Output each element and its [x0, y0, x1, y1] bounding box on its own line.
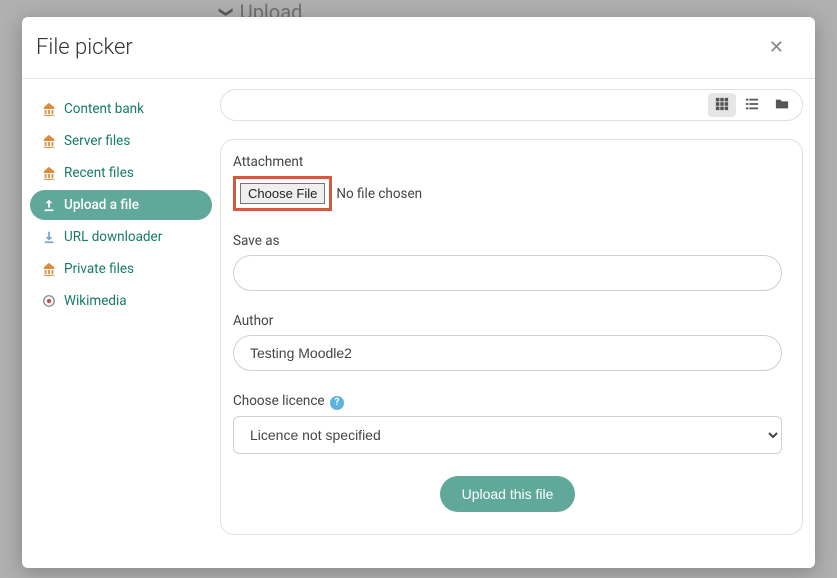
- view-list-button[interactable]: [738, 93, 766, 117]
- view-tree-button[interactable]: [768, 93, 796, 117]
- view-icons-button[interactable]: [708, 93, 736, 117]
- help-icon[interactable]: ?: [330, 396, 344, 410]
- sidebar-item-wikimedia[interactable]: Wikimedia: [30, 286, 212, 316]
- author-label: Author: [233, 313, 782, 329]
- private-icon: [42, 262, 56, 276]
- view-toolbar: [220, 89, 803, 121]
- recent-icon: [42, 166, 56, 180]
- licence-select[interactable]: Licence not specified: [233, 416, 782, 454]
- wikimedia-icon: [42, 294, 56, 308]
- upload-this-file-button[interactable]: Upload this file: [440, 476, 576, 512]
- sidebar-item-label: URL downloader: [64, 229, 162, 245]
- sidebar-item-label: Content bank: [64, 101, 144, 117]
- file-picker-modal: File picker ✕ Content bank Server files: [22, 17, 815, 568]
- sidebar-item-upload-file[interactable]: Upload a file: [30, 190, 212, 220]
- sidebar-item-label: Private files: [64, 261, 134, 277]
- close-button[interactable]: ✕: [763, 35, 790, 60]
- upload-icon: [42, 198, 56, 212]
- choose-file-button[interactable]: Choose File: [240, 183, 325, 204]
- upload-form: Attachment Choose File No file chosen Sa…: [220, 139, 803, 535]
- sidebar-item-label: Wikimedia: [64, 293, 127, 309]
- choose-file-highlight: Choose File: [233, 176, 332, 211]
- server-icon: [42, 134, 56, 148]
- grid-icon: [715, 96, 729, 115]
- no-file-chosen-text: No file chosen: [336, 186, 422, 202]
- list-icon: [745, 96, 759, 115]
- sidebar-item-private-files[interactable]: Private files: [30, 254, 212, 284]
- attachment-label: Attachment: [233, 154, 782, 170]
- author-input[interactable]: [233, 335, 782, 371]
- saveas-input[interactable]: [233, 255, 782, 291]
- licence-label: Choose licence ?: [233, 393, 782, 410]
- folder-icon: [775, 96, 789, 115]
- modal-header: File picker ✕: [22, 17, 815, 79]
- sidebar-item-recent-files[interactable]: Recent files: [30, 158, 212, 188]
- sidebar-item-label: Server files: [64, 133, 130, 149]
- licence-label-text: Choose licence: [233, 393, 325, 409]
- saveas-label: Save as: [233, 233, 782, 249]
- bank-icon: [42, 102, 56, 116]
- sidebar-item-label: Recent files: [64, 165, 134, 181]
- close-icon: ✕: [769, 37, 784, 58]
- modal-title: File picker: [36, 35, 133, 60]
- sidebar-item-label: Upload a file: [64, 197, 139, 213]
- sidebar-item-server-files[interactable]: Server files: [30, 126, 212, 156]
- sidebar-item-content-bank[interactable]: Content bank: [30, 94, 212, 124]
- repository-sidebar: Content bank Server files Recent files U…: [22, 79, 212, 568]
- download-icon: [42, 230, 56, 244]
- sidebar-item-url-downloader[interactable]: URL downloader: [30, 222, 212, 252]
- main-panel: Attachment Choose File No file chosen Sa…: [212, 79, 815, 568]
